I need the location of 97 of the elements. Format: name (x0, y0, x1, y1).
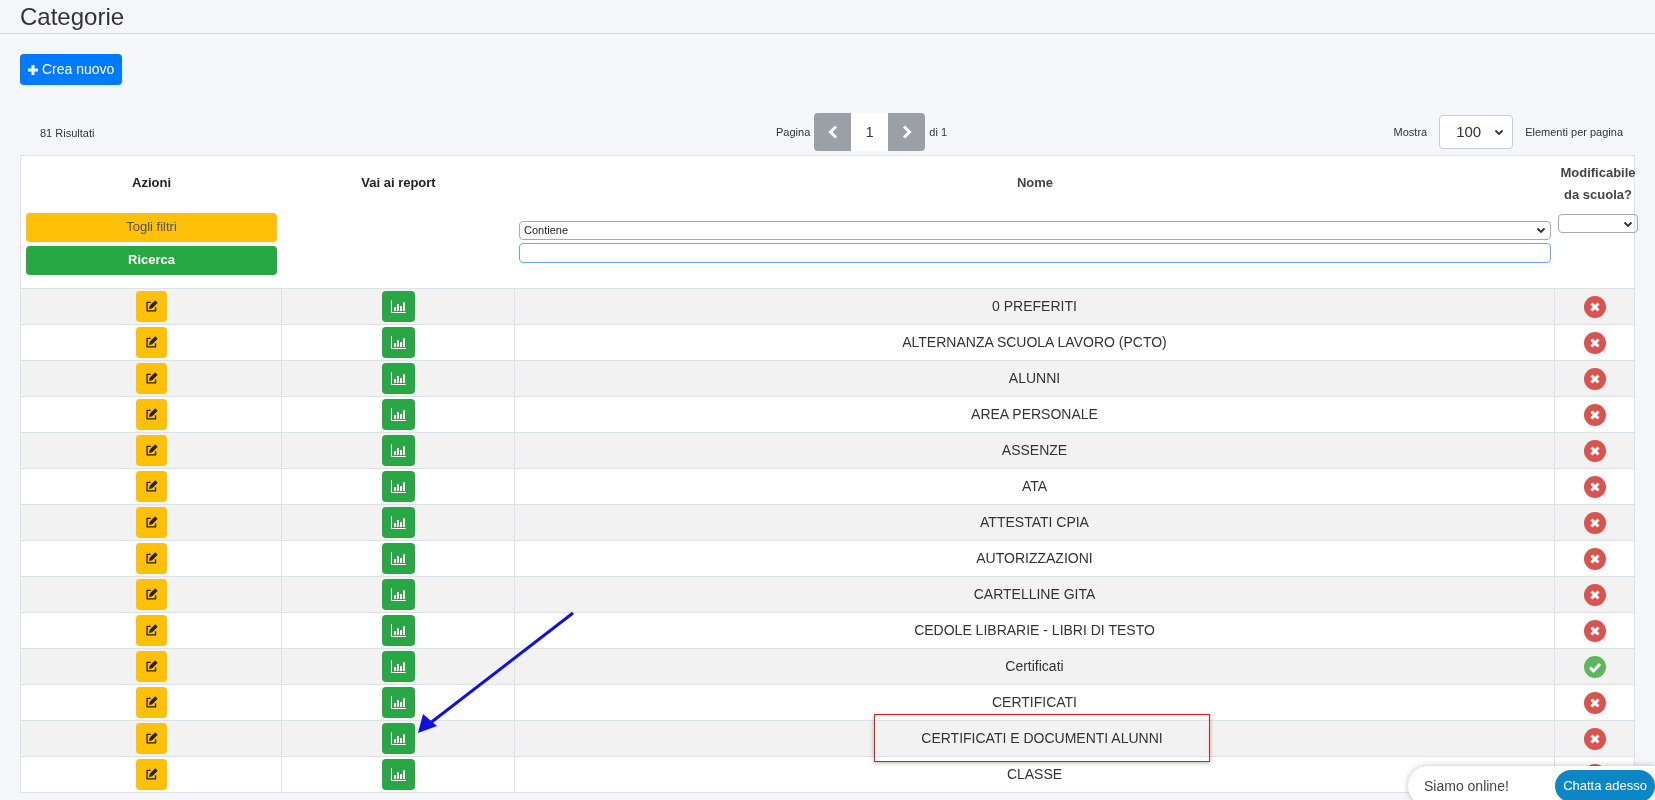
report-button[interactable] (381, 687, 415, 718)
bar-chart-icon (390, 660, 406, 673)
bar-chart-icon (390, 372, 406, 385)
edit-icon (144, 696, 158, 709)
bar-chart-icon (390, 696, 406, 709)
report-button[interactable] (381, 651, 415, 682)
bar-chart-icon (390, 732, 406, 745)
report-button[interactable] (381, 615, 415, 646)
edit-icon (144, 624, 158, 637)
edit-icon (144, 300, 158, 313)
chevron-down-icon (1536, 225, 1546, 235)
edit-button[interactable] (135, 723, 167, 754)
chevron-down-icon (1494, 127, 1505, 137)
report-button[interactable] (381, 327, 415, 358)
highlighted-category-name: CERTIFICATI E DOCUMENTI ALUNNI (874, 714, 1210, 762)
editable-filter-select[interactable] (1558, 214, 1638, 233)
edit-icon (144, 660, 158, 673)
chevron-right-icon (901, 125, 912, 139)
category-name: ALTERNANZA SCUOLA LAVORO (PCTO) (902, 333, 1167, 352)
edit-icon (144, 336, 158, 349)
page-title: Categorie (20, 1, 125, 32)
edit-button[interactable] (135, 687, 167, 718)
edit-icon (144, 372, 158, 385)
per-page-label: Elementi per pagina (1525, 124, 1623, 140)
bar-chart-icon (390, 552, 406, 565)
report-button[interactable] (381, 723, 415, 754)
edit-icon (144, 408, 158, 421)
clear-filters-button[interactable]: Togli filtri (26, 212, 277, 242)
edit-button[interactable] (135, 327, 167, 358)
category-name: ATA (1021, 477, 1048, 496)
edit-button[interactable] (135, 507, 167, 538)
bar-chart-icon (390, 624, 406, 637)
create-new-button[interactable]: Crea nuovo (20, 54, 123, 85)
page-total: di 1 (929, 124, 947, 140)
category-name: Certificati (1005, 657, 1064, 676)
column-header: Vai ai report (361, 174, 436, 192)
category-name: ATTESTATI CPIA (980, 513, 1089, 532)
report-button[interactable] (381, 291, 415, 322)
bar-chart-icon (390, 408, 406, 421)
category-name: CARTELLINE GITA (973, 585, 1096, 604)
edit-button[interactable] (135, 759, 167, 790)
category-name: ASSENZE (1001, 441, 1068, 460)
edit-icon (144, 480, 158, 493)
edit-icon (144, 588, 158, 601)
edit-button[interactable] (135, 615, 167, 646)
category-name: AUTORIZZAZIONI (976, 549, 1093, 568)
page-label: Pagina (776, 124, 811, 140)
report-button[interactable] (381, 363, 415, 394)
edit-icon (144, 444, 158, 457)
bar-chart-icon (390, 300, 406, 313)
category-name: CERTIFICATI (991, 693, 1077, 712)
edit-button[interactable] (135, 579, 167, 610)
report-button[interactable] (381, 507, 415, 538)
edit-icon (144, 516, 158, 529)
edit-icon (144, 732, 158, 745)
show-label: Mostra (1393, 124, 1428, 140)
bar-chart-icon (390, 516, 406, 529)
bar-chart-icon (390, 480, 406, 493)
edit-button[interactable] (135, 543, 167, 574)
previous-page-button[interactable] (814, 113, 852, 151)
edit-button[interactable] (135, 435, 167, 466)
edit-button[interactable] (135, 291, 167, 322)
edit-button[interactable] (135, 651, 167, 682)
category-name: AREA PERSONALE (971, 405, 1098, 424)
search-button[interactable]: Ricerca (26, 245, 277, 275)
edit-icon (144, 768, 158, 781)
category-name: CEDOLE LIBRARIE - LIBRI DI TESTO (914, 621, 1155, 640)
next-page-button[interactable] (888, 113, 926, 151)
match-type-select[interactable]: Contiene (519, 220, 1551, 240)
page-number-field[interactable]: 1 (851, 113, 889, 151)
name-filter-field[interactable] (519, 242, 1551, 263)
plus-icon (28, 64, 38, 75)
report-button[interactable] (381, 399, 415, 430)
bar-chart-icon (390, 768, 406, 781)
bar-chart-icon (390, 336, 406, 349)
chat-status: Siamo online! (1424, 776, 1509, 796)
chat-now-button[interactable]: Chatta adesso (1555, 770, 1655, 800)
report-button[interactable] (381, 435, 415, 466)
report-button[interactable] (381, 543, 415, 574)
column-header: Nome (1016, 174, 1054, 192)
edit-button[interactable] (135, 399, 167, 430)
results-count: 81 Risultati (40, 127, 95, 139)
page-size-select[interactable]: 100 (1439, 115, 1514, 149)
edit-button[interactable] (135, 363, 167, 394)
category-name: 0 PREFERITI (992, 297, 1077, 316)
column-header: Azioni (132, 174, 171, 192)
category-name: ALUNNI (1008, 369, 1061, 388)
bar-chart-icon (390, 588, 406, 601)
chevron-left-icon (827, 125, 838, 139)
report-button[interactable] (381, 759, 415, 790)
category-name: CLASSE (1006, 765, 1063, 784)
column-header: Modificabile da scuola? (1559, 164, 1637, 204)
edit-icon (144, 552, 158, 565)
report-button[interactable] (381, 579, 415, 610)
bar-chart-icon (390, 444, 406, 457)
report-button[interactable] (381, 471, 415, 502)
edit-button[interactable] (135, 471, 167, 502)
